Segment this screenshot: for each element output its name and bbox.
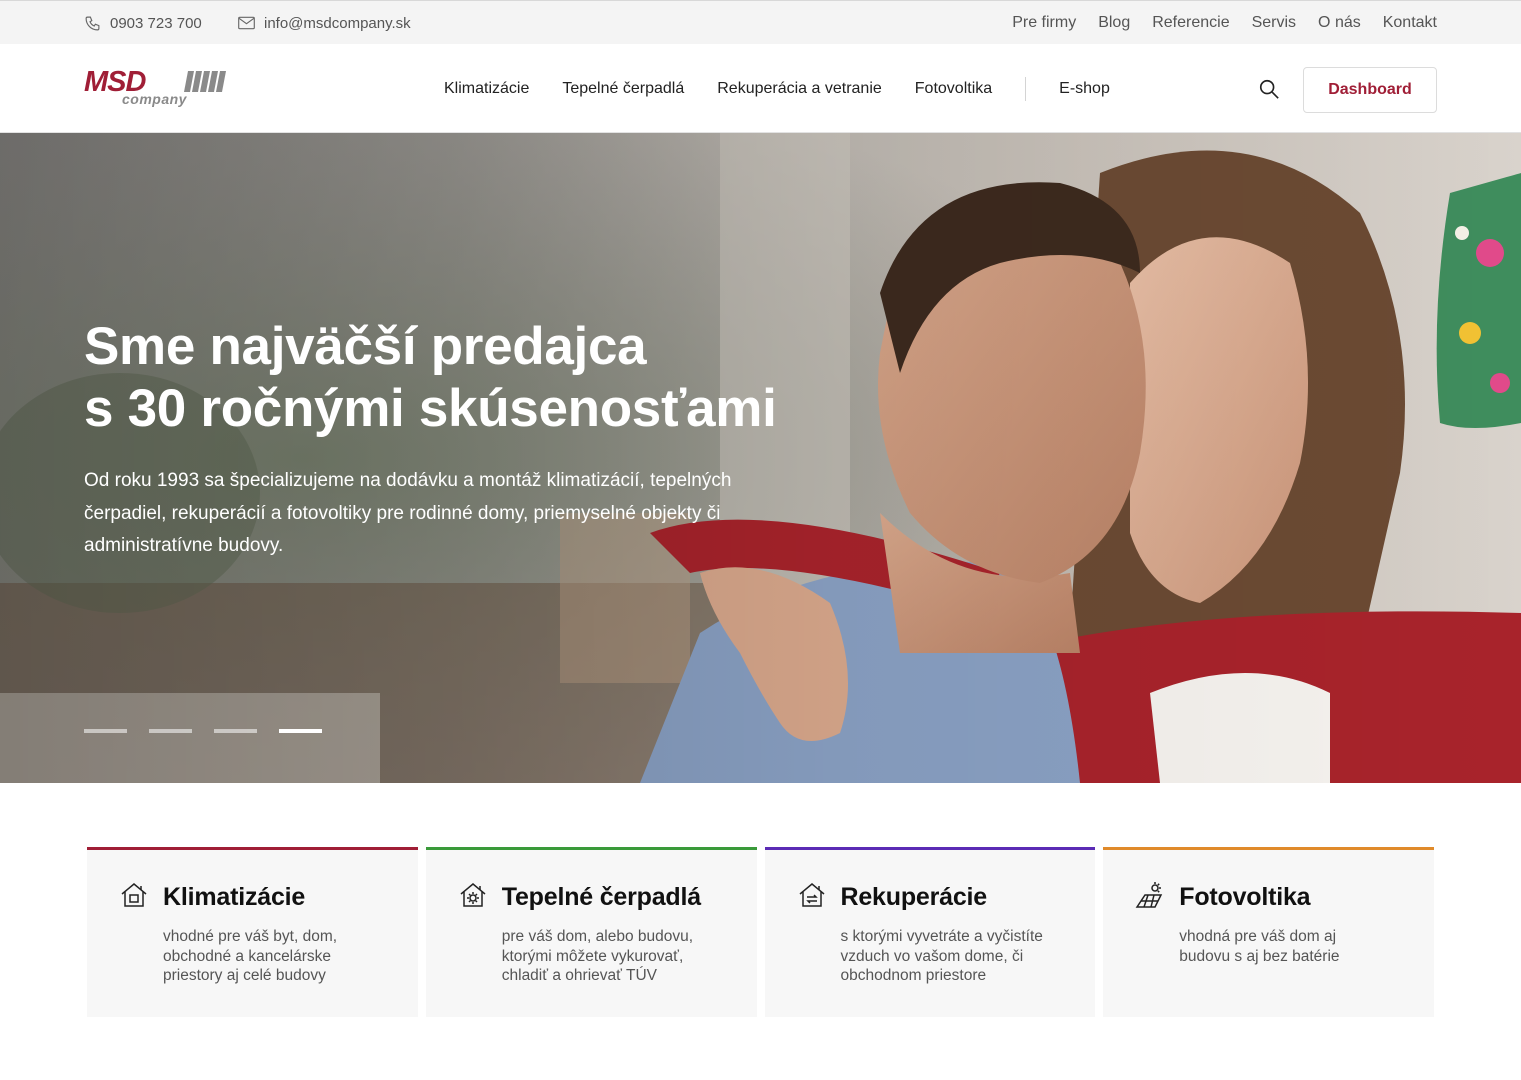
toplink-referencie[interactable]: Referencie [1152, 14, 1229, 32]
hero-description: Od roku 1993 sa špecializujeme na dodávk… [84, 470, 732, 556]
mail-icon [238, 16, 255, 30]
main-nav: Klimatizácie Tepelné čerpadlá Rekuperáci… [444, 44, 1143, 133]
card-text: pre váš dom, alebo budovu, ktorými môžet… [501, 928, 694, 984]
slider-dot-4[interactable] [279, 729, 322, 733]
card-text: vhodné pre váš byt, dom, obchodné a kanc… [163, 928, 338, 984]
house-recirculation-icon [799, 883, 824, 907]
top-links: Pre firmy Blog Referencie Servis O nás K… [1012, 1, 1437, 45]
card-accent-bar [425, 847, 757, 850]
search-icon [1259, 79, 1279, 99]
slider-pagination [84, 729, 322, 733]
phone-contact[interactable]: 0903 723 700 [84, 1, 202, 45]
top-utility-bar: 0903 723 700 info@msdcompany.sk Pre firm… [0, 0, 1521, 44]
nav-eshop[interactable]: E-shop [1059, 80, 1110, 98]
search-button[interactable] [1258, 78, 1282, 102]
slider-dot-3[interactable] [214, 729, 257, 733]
hero-title-line-1: Sme najväčší predajca [84, 317, 647, 376]
nav-rekuperacia[interactable]: Rekuperácia a vetranie [717, 80, 882, 98]
card-title: Klimatizácie [163, 883, 306, 911]
card-title: Fotovoltika [1179, 883, 1311, 911]
card-klimatizacie[interactable]: Klimatizácie vhodné pre váš byt, dom, ob… [87, 847, 418, 1017]
card-accent-bar [87, 847, 418, 850]
house-sun-icon [460, 883, 486, 907]
phone-icon [85, 16, 100, 30]
slider-dot-2[interactable] [149, 729, 192, 733]
house-ac-icon [121, 883, 147, 907]
email-contact[interactable]: info@msdcompany.sk [238, 1, 411, 45]
email-address: info@msdcompany.sk [264, 14, 411, 32]
card-title: Tepelné čerpadlá [501, 883, 701, 911]
card-accent-bar [764, 847, 1096, 850]
hero-photo [0, 133, 1521, 783]
solar-panel-icon [1135, 882, 1163, 908]
nav-fotovoltika[interactable]: Fotovoltika [915, 80, 992, 98]
hero-title: Sme najväčší predajca s 30 ročnými skúse… [84, 316, 844, 440]
slider-dot-1[interactable] [84, 729, 127, 733]
nav-divider [1025, 76, 1027, 101]
card-tepelne-cerpadla[interactable]: Tepelné čerpadlá pre váš dom, alebo budo… [425, 847, 757, 1017]
toplink-blog[interactable]: Blog [1098, 14, 1130, 32]
category-cards: Klimatizácie vhodné pre váš byt, dom, ob… [87, 847, 1434, 1017]
hero-title-line-2: s 30 ročnými skúsenosťami [84, 379, 777, 438]
toplink-servis[interactable]: Servis [1252, 14, 1296, 32]
card-text: s ktorými vyvetráte a vyčistíte vzduch v… [840, 928, 1043, 984]
card-rekuperacie[interactable]: Rekuperácie s ktorými vyvetráte a vyčist… [764, 847, 1096, 1017]
card-fotovoltika[interactable]: Fotovoltika vhodná pre váš dom aj budovu… [1103, 847, 1434, 1017]
nav-tepelne-cerpadla[interactable]: Tepelné čerpadlá [562, 80, 684, 98]
dashboard-button[interactable]: Dashboard [1303, 67, 1437, 113]
phone-number: 0903 723 700 [110, 14, 202, 32]
toplink-kontakt[interactable]: Kontakt [1383, 14, 1437, 32]
nav-klimatizacie[interactable]: Klimatizácie [444, 80, 529, 98]
hero-slider: Sme najväčší predajca s 30 ročnými skúse… [0, 133, 1521, 783]
card-title: Rekuperácie [840, 883, 988, 911]
card-text: vhodná pre váš dom aj budovu s aj bez ba… [1179, 928, 1340, 965]
logo-company-text: company [122, 91, 188, 107]
main-header: MSD company Klimatizácie Tepelné čerpadl… [0, 44, 1521, 133]
card-accent-bar [1103, 847, 1434, 850]
toplink-pre-firmy[interactable]: Pre firmy [1012, 14, 1076, 32]
toplink-o-nas[interactable]: O nás [1318, 14, 1361, 32]
msd-company-logo[interactable]: MSD company [84, 66, 230, 108]
